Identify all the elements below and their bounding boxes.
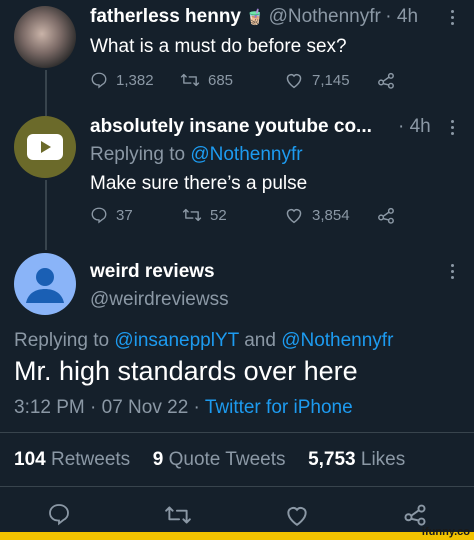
tweet2-replying-to: Replying to @Nothennyfr bbox=[90, 144, 303, 166]
tweet1-text: What is a must do before sex? bbox=[90, 36, 347, 57]
main-datetime[interactable]: 3:12 PM · 07 Nov 22 · bbox=[14, 397, 205, 418]
tweet2-text: Make sure there’s a pulse bbox=[90, 173, 308, 194]
main-reply-button[interactable] bbox=[47, 502, 71, 531]
main-author-name[interactable]: weird reviews bbox=[90, 261, 215, 283]
retweet-icon bbox=[165, 506, 191, 524]
replying-to-and: and bbox=[238, 330, 282, 351]
main-more-icon[interactable] bbox=[451, 264, 455, 282]
replying-to-handle-2[interactable]: @Nothennyfr bbox=[281, 330, 393, 351]
heart-icon bbox=[286, 73, 302, 89]
main-stats: 104 Retweets 9 Quote Tweets 5,753 Likes bbox=[14, 449, 405, 471]
tweet2-share-button[interactable] bbox=[376, 206, 396, 224]
watermark-bar bbox=[0, 532, 474, 540]
boba-emoji: 🧋 bbox=[245, 9, 265, 26]
tweet2-reply-count: 37 bbox=[116, 206, 133, 224]
tweet1-handle[interactable]: @Nothennyfr bbox=[269, 6, 381, 27]
tweet2-author-name[interactable]: absolutely insane youtube co... bbox=[90, 116, 372, 137]
retweets-label: Retweets bbox=[45, 449, 131, 470]
likes-label: Likes bbox=[355, 449, 406, 470]
tweet2-like-button[interactable]: 3,854 bbox=[284, 206, 350, 224]
tweet2-more-icon[interactable] bbox=[451, 120, 455, 138]
ifunny-watermark: ifunny.co bbox=[421, 526, 470, 538]
main-retweet-button[interactable] bbox=[164, 503, 192, 532]
main-source[interactable]: Twitter for iPhone bbox=[205, 397, 353, 418]
quote-tweets-label: Quote Tweets bbox=[163, 449, 286, 470]
quote-tweets-count: 9 bbox=[152, 449, 164, 470]
divider bbox=[0, 486, 474, 487]
thread-line bbox=[45, 70, 47, 116]
default-profile-icon bbox=[26, 268, 64, 303]
tweet1-reply-count: 1,382 bbox=[116, 71, 154, 89]
tweet2-time[interactable]: · 4h bbox=[398, 116, 431, 138]
tweet1-retweet-count: 685 bbox=[208, 71, 234, 89]
likes-count: 5,753 bbox=[308, 449, 356, 470]
retweet-icon bbox=[182, 208, 202, 222]
retweets-stat[interactable]: 104 Retweets bbox=[14, 449, 130, 470]
retweet-icon bbox=[180, 73, 200, 87]
avatar-fatherless-henny[interactable] bbox=[14, 6, 76, 68]
reply-icon bbox=[91, 207, 107, 224]
tweet1-retweet-button[interactable]: 685 bbox=[180, 71, 233, 89]
main-replying-to: Replying to @insanepplYT and @Nothennyfr bbox=[14, 330, 393, 352]
avatar-youtube[interactable] bbox=[14, 116, 76, 178]
share-icon bbox=[378, 207, 394, 224]
quote-tweets-stat[interactable]: 9 Quote Tweets bbox=[153, 449, 286, 470]
retweets-count: 104 bbox=[14, 449, 46, 470]
reply-icon bbox=[49, 504, 69, 526]
tweet2-retweet-count: 52 bbox=[210, 206, 227, 224]
tweet2-reply-button[interactable]: 37 bbox=[90, 206, 133, 224]
share-icon bbox=[404, 504, 426, 526]
heart-icon bbox=[287, 507, 307, 526]
tweet2-retweet-button[interactable]: 52 bbox=[182, 206, 227, 224]
likes-stat[interactable]: 5,753 Likes bbox=[308, 449, 405, 470]
youtube-logo-icon bbox=[27, 134, 63, 160]
divider bbox=[0, 432, 474, 433]
main-like-button[interactable] bbox=[284, 503, 310, 532]
tweet1-reply-button[interactable]: 1,382 bbox=[90, 71, 154, 89]
tweet2-like-count: 3,854 bbox=[312, 206, 350, 224]
tweet2-header: absolutely insane youtube co... bbox=[90, 116, 372, 138]
tweet1-time[interactable]: · 4h bbox=[385, 6, 418, 27]
main-handle[interactable]: @weirdreviewss bbox=[90, 289, 229, 311]
tweet1-like-count: 7,145 bbox=[312, 71, 350, 89]
tweet1-share-button[interactable] bbox=[376, 71, 396, 89]
tweet1-header: fatherless henny 🧋 @Nothennyfr · 4h bbox=[90, 6, 418, 28]
share-icon bbox=[378, 72, 394, 89]
avatar-weird-reviews[interactable] bbox=[14, 253, 76, 315]
replying-to-handle[interactable]: @Nothennyfr bbox=[190, 144, 302, 165]
heart-icon bbox=[286, 208, 302, 224]
main-tweet-text: Mr. high standards over here bbox=[14, 356, 358, 386]
reply-icon bbox=[91, 72, 107, 89]
thread-line bbox=[45, 180, 47, 250]
main-meta: 3:12 PM · 07 Nov 22 · Twitter for iPhone bbox=[14, 397, 353, 419]
tweet1-more-icon[interactable] bbox=[451, 10, 455, 28]
tweet1-like-button[interactable]: 7,145 bbox=[284, 71, 350, 89]
tweet1-author-name[interactable]: fatherless henny bbox=[90, 6, 241, 27]
replying-to-label: Replying to bbox=[14, 330, 115, 351]
replying-to-handle-1[interactable]: @insanepplYT bbox=[114, 330, 239, 351]
replying-to-label: Replying to bbox=[90, 144, 191, 165]
